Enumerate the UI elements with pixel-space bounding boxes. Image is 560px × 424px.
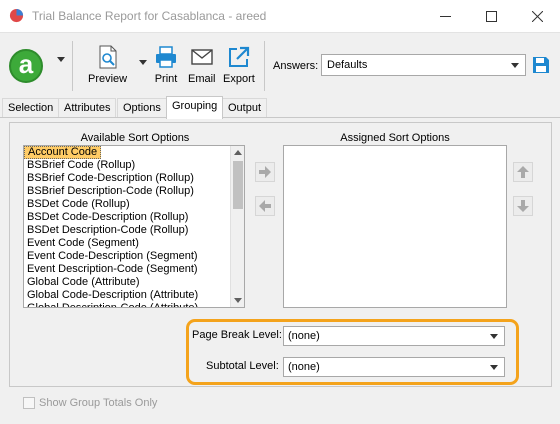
list-item[interactable]: BSDet Code-Description (Rollup) [24, 211, 244, 224]
export-button[interactable]: Export [223, 45, 255, 85]
chevron-down-icon [490, 365, 498, 370]
page-break-level-value: (none) [288, 330, 320, 342]
show-group-totals-row[interactable]: Show Group Totals Only [23, 397, 157, 409]
email-label: Email [188, 73, 216, 85]
arrow-down-icon [517, 200, 529, 212]
print-label: Print [154, 73, 178, 85]
arrow-up-icon [517, 166, 529, 178]
tab-options[interactable]: Options [117, 98, 167, 118]
email-icon [191, 49, 213, 65]
toolbar-separator [72, 41, 73, 91]
close-button[interactable] [514, 0, 560, 32]
tab-strip: Selection Attributes Options Grouping Ou… [0, 96, 560, 119]
move-down-button[interactable] [513, 196, 533, 216]
answers-select[interactable]: Defaults [321, 54, 526, 76]
toolbar-separator [264, 41, 265, 91]
list-item[interactable]: Event Description-Code (Segment) [24, 263, 244, 276]
preview-button[interactable]: Preview [88, 45, 127, 85]
answers-label: Answers: [273, 60, 319, 72]
tab-grouping[interactable]: Grouping [166, 96, 224, 119]
add-sort-option-button[interactable] [255, 162, 275, 182]
arrow-right-icon [259, 166, 271, 178]
window-title: Trial Balance Report for Casablanca - ar… [32, 9, 267, 23]
list-item[interactable]: BSBrief Code-Description (Rollup) [24, 172, 244, 185]
save-icon[interactable] [532, 56, 550, 74]
tab-output[interactable]: Output [222, 98, 268, 118]
available-sort-options-header: Available Sort Options [80, 132, 190, 144]
list-item[interactable]: BSDet Code (Rollup) [24, 198, 244, 211]
subtotal-level-value: (none) [288, 361, 320, 373]
list-item[interactable]: Global Code-Description (Attribute) [24, 289, 244, 302]
answers-value: Defaults [327, 59, 368, 71]
preview-label: Preview [88, 73, 128, 85]
list-item[interactable]: Event Code-Description (Segment) [24, 250, 244, 263]
print-button[interactable]: Print [154, 45, 178, 85]
arrow-left-icon [259, 200, 271, 212]
list-item[interactable]: BSBrief Code (Rollup) [24, 159, 244, 172]
printer-icon [156, 46, 176, 68]
scroll-up-icon[interactable] [234, 150, 242, 155]
show-group-totals-checkbox[interactable] [23, 397, 35, 409]
logo-letter: a [18, 49, 34, 79]
export-label: Export [223, 73, 255, 85]
assigned-sort-options-list[interactable] [283, 145, 507, 308]
tab-attributes[interactable]: Attributes [58, 98, 117, 118]
list-item[interactable]: BSBrief Description-Code (Rollup) [24, 185, 244, 198]
move-up-button[interactable] [513, 162, 533, 182]
maximize-button[interactable] [468, 0, 514, 32]
show-group-totals-label: Show Group Totals Only [39, 397, 158, 409]
remove-sort-option-button[interactable] [255, 196, 275, 216]
close-icon [531, 10, 543, 22]
list-item[interactable]: Global Description-Code (Attribute) [24, 302, 244, 307]
list-item[interactable]: Account Code [24, 146, 102, 159]
export-icon [228, 46, 249, 67]
title-bar: Trial Balance Report for Casablanca - ar… [0, 0, 560, 32]
preview-dropdown-arrow[interactable] [139, 60, 147, 65]
tab-selection[interactable]: Selection [2, 98, 60, 118]
scroll-thumb[interactable] [233, 161, 243, 209]
app-logo-button[interactable]: a [9, 49, 43, 83]
list-item[interactable]: Global Code (Attribute) [24, 276, 244, 289]
chevron-down-icon [490, 334, 498, 339]
pie-chart-icon [9, 8, 24, 23]
assigned-sort-options-header: Assigned Sort Options [340, 132, 450, 144]
toolbar: a Preview Print Email Export Answers: De… [0, 32, 560, 96]
list-item[interactable]: BSDet Description-Code (Rollup) [24, 224, 244, 237]
available-sort-options-list[interactable]: Account Code BSBrief Code (Rollup) BSBrief… [23, 145, 245, 308]
maximize-icon [485, 10, 497, 22]
preview-icon [99, 45, 117, 69]
scroll-down-icon[interactable] [234, 298, 242, 303]
page-break-level-select[interactable]: (none) [283, 326, 505, 346]
subtotal-level-select[interactable]: (none) [283, 357, 505, 377]
minimize-button[interactable] [422, 0, 468, 32]
list-item[interactable]: Event Code (Segment) [24, 237, 244, 250]
subtotal-level-label: Subtotal Level: [206, 360, 279, 372]
email-button[interactable]: Email [188, 45, 216, 85]
available-list-scrollbar[interactable] [230, 146, 244, 307]
page-break-level-label: Page Break Level: [192, 329, 282, 341]
minimize-icon [439, 15, 451, 17]
grouping-panel: Available Sort Options Account Code BSBri… [0, 117, 560, 424]
chevron-down-icon [511, 63, 519, 68]
logo-dropdown-arrow[interactable] [57, 57, 65, 62]
